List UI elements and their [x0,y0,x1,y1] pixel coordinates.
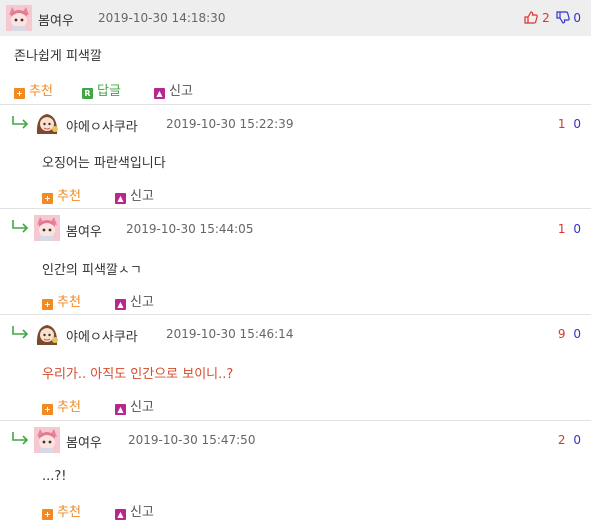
siren-icon: ▲ [154,88,165,99]
siren-icon: ▲ [115,509,126,520]
downvote-count: 0 [573,222,581,236]
reply-text: 오징어는 파란색입니다 [42,156,166,171]
comment-text: 존나쉽게 피색깔 [14,49,102,64]
siren-icon: ▲ [115,404,126,415]
report-button[interactable]: ▲ 신고 [115,396,154,415]
vote-counts: 2 0 [524,11,581,25]
vote-counts: 1 0 [558,222,581,236]
nickname[interactable]: 봄여우 [38,10,74,29]
timestamp: 2019-10-30 15:22:39 [166,117,294,131]
report-button[interactable]: ▲ 신고 [115,185,154,204]
downvote-count: 0 [573,433,581,447]
thumbs-down-icon[interactable] [555,11,570,24]
fox-avatar-icon [34,427,60,453]
reply-arrow-icon [12,220,29,233]
timestamp: 2019-10-30 15:46:14 [166,327,294,341]
reply-arrow-icon [12,432,29,445]
plus-icon: + [14,88,25,99]
vote-counts: 1 0 [558,117,581,131]
downvote-count: 0 [573,327,581,341]
comment-main: 봄여우 2019-10-30 14:18:30 2 0 존나쉽게 피색깔 + 추천… [0,0,591,104]
girl-avatar-icon [34,321,60,347]
upvote-count: 9 [557,327,566,341]
reply-comment: 야에ㅇ사쿠라 2019-10-30 15:22:39 1 0 오징어는 파란색입… [0,104,591,209]
recommend-button[interactable]: + 추천 [42,501,81,520]
nickname[interactable]: 봄여우 [66,221,102,240]
siren-icon: ▲ [115,193,126,204]
fox-avatar-icon [6,5,32,31]
report-button[interactable]: ▲ 신고 [115,291,154,310]
recommend-button[interactable]: + 추천 [14,80,53,99]
reply-comment: 야에ㅇ사쿠라 2019-10-30 15:46:14 9 0 우리가.. 아직도… [0,314,591,421]
nickname[interactable]: 야에ㅇ사쿠라 [66,116,138,135]
nickname[interactable]: 야에ㅇ사쿠라 [66,326,138,345]
plus-icon: + [42,509,53,520]
recommend-button[interactable]: + 추천 [42,185,81,204]
reply-header: 야에ㅇ사쿠라 2019-10-30 15:46:14 9 0 [0,315,591,349]
upvote-count: 1 [557,117,566,131]
reply-icon: R [82,88,93,99]
timestamp: 2019-10-30 14:18:30 [98,11,226,25]
comment-header: 봄여우 2019-10-30 14:18:30 2 0 [0,0,591,36]
thumbs-up-icon[interactable] [524,11,538,24]
vote-counts: 9 0 [558,327,581,341]
report-button[interactable]: ▲ 신고 [154,80,193,99]
girl-avatar-icon [34,110,60,136]
downvote-count: 0 [573,11,581,25]
plus-icon: + [42,299,53,310]
reply-header: 봄여우 2019-10-30 15:47:50 2 0 [0,421,591,455]
reply-header: 봄여우 2019-10-30 15:44:05 1 0 [0,209,591,243]
reply-arrow-icon [12,116,29,129]
reply-text: 인간의 피색깔ㅅㄱ [42,263,142,278]
siren-icon: ▲ [115,299,126,310]
recommend-button[interactable]: + 추천 [42,291,81,310]
upvote-count: 2 [542,11,550,25]
vote-counts: 2 0 [558,433,581,447]
report-button[interactable]: ▲ 신고 [115,501,154,520]
plus-icon: + [42,404,53,415]
nickname[interactable]: 봄여우 [66,432,102,451]
recommend-button[interactable]: + 추천 [42,396,81,415]
timestamp: 2019-10-30 15:44:05 [126,222,254,236]
upvote-count: 2 [557,433,566,447]
reply-arrow-icon [12,326,29,339]
reply-comment: 봄여우 2019-10-30 15:44:05 1 0 인간의 피색깔ㅅㄱ + 추… [0,208,591,315]
downvote-count: 0 [573,117,581,131]
reply-header: 야에ㅇ사쿠라 2019-10-30 15:22:39 1 0 [0,105,591,139]
reply-button[interactable]: R 답글 [82,80,121,99]
reply-text: ...?! [42,469,67,484]
reply-comment: 봄여우 2019-10-30 15:47:50 2 0 ...?! + 추천 ▲ 신… [0,420,591,520]
fox-avatar-icon [34,215,60,241]
plus-icon: + [42,193,53,204]
timestamp: 2019-10-30 15:47:50 [128,433,256,447]
reply-text: 우리가.. 아직도 인간으로 보이니..? [42,367,234,382]
upvote-count: 1 [557,222,566,236]
